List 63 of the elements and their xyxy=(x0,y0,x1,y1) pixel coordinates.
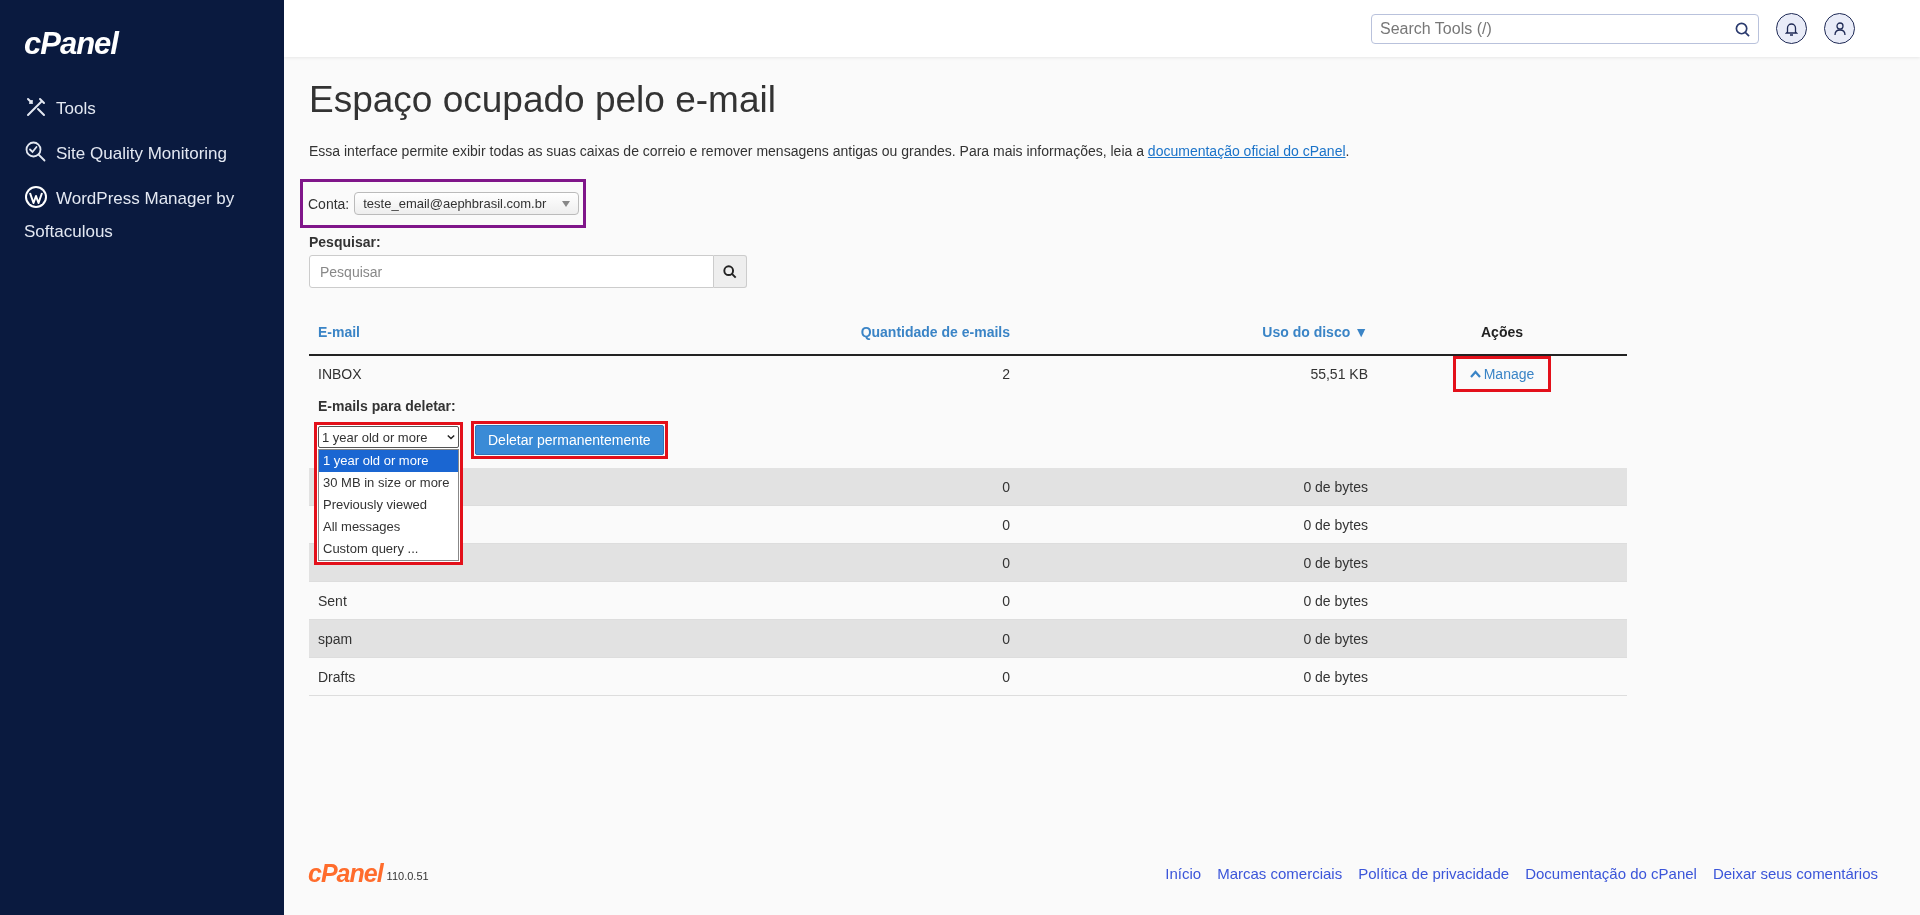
email-count: 0 xyxy=(1002,630,1010,647)
dropdown-arrow-icon xyxy=(562,200,571,207)
dropdown-option[interactable]: All messages xyxy=(319,516,458,538)
dropdown-option[interactable]: 30 MB in size or more xyxy=(319,472,458,494)
mailbox-name: Drafts xyxy=(318,668,356,685)
search-icon xyxy=(1735,21,1750,37)
footer-link[interactable]: Documentação do cPanel xyxy=(1525,864,1697,882)
notifications-button[interactable] xyxy=(1776,13,1807,44)
column-header[interactable]: E-mail xyxy=(309,324,749,340)
cpanel-logo: cPanel xyxy=(308,858,383,888)
sidebar-item[interactable]: Site Quality Monitoring xyxy=(24,131,254,176)
user-icon xyxy=(1833,21,1846,36)
email-count: 0 xyxy=(1002,478,1010,495)
footer-link[interactable]: Marcas comerciais xyxy=(1217,864,1343,882)
footer-link[interactable]: Deixar seus comentários xyxy=(1712,864,1878,882)
column-header[interactable]: Uso do disco ▼ xyxy=(1019,324,1377,340)
search-label: Pesquisar: xyxy=(309,234,381,250)
email-count: 0 xyxy=(1002,668,1010,685)
column-header[interactable]: Quantidade de e-mails xyxy=(749,324,1019,340)
description: Essa interface permite exibir todas as suas caixas de correio e remover mensagens antigas ou grandes. Para mais informações, leia a documentação oficial do cPanel. xyxy=(309,143,1351,159)
column-header: Ações xyxy=(1480,324,1524,340)
version: 110.0.51 xyxy=(386,870,429,882)
email-count: 0 xyxy=(1002,592,1010,609)
email-count: 0 xyxy=(1002,554,1010,571)
user-button[interactable] xyxy=(1824,13,1855,44)
wordpress-icon xyxy=(24,185,48,209)
disk-usage: 0 de bytes xyxy=(1303,630,1368,647)
email-count: 0 xyxy=(1002,516,1010,533)
search-button[interactable] xyxy=(714,255,747,288)
delete-label: E-mails para deletar: xyxy=(318,398,456,414)
disk-usage: 0 de bytes xyxy=(1303,668,1368,685)
dropdown-option[interactable]: Custom query ... xyxy=(319,538,458,560)
manage-link[interactable]: Manage xyxy=(1452,356,1552,392)
dropdown-option[interactable]: Previously viewed xyxy=(319,494,458,516)
documentation-link[interactable]: documentação oficial do cPanel xyxy=(1147,143,1346,159)
sidebar-item[interactable]: Tools xyxy=(24,86,254,131)
mailbox-name: spam xyxy=(318,630,353,647)
footer-link[interactable]: Início xyxy=(1165,864,1202,882)
account-label: Conta: xyxy=(308,195,350,212)
chevron-icon xyxy=(1469,370,1481,378)
disk-usage: 0 de bytes xyxy=(1303,554,1368,571)
page-title: Espaço ocupado pelo e-mail xyxy=(309,79,777,121)
email-count: 2 xyxy=(1002,366,1010,382)
magnifier-check-icon xyxy=(24,140,48,164)
mailbox-name: Sent xyxy=(318,592,347,609)
search-tools-field[interactable]: Search Tools (/) xyxy=(1371,13,1759,44)
chevron-icon xyxy=(447,434,455,440)
search-field[interactable]: Pesquisar xyxy=(309,255,714,288)
disk-usage: 0 de bytes xyxy=(1303,478,1368,495)
disk-usage: 0 de bytes xyxy=(1303,516,1368,533)
tools-icon xyxy=(24,95,48,119)
sidebar-item[interactable]: WordPress Manager by Softaculous xyxy=(24,176,254,254)
disk-usage: 0 de bytes xyxy=(1303,592,1368,609)
cpanel-logo: cPanel xyxy=(24,26,118,62)
delete-button[interactable]: Deletar permanentemente xyxy=(475,425,664,455)
search-icon xyxy=(723,264,737,279)
age-select[interactable]: 1 year old or more xyxy=(318,426,459,448)
dropdown-option[interactable]: 1 year old or more xyxy=(319,450,458,472)
bell-icon xyxy=(1785,21,1798,36)
footer-link[interactable]: Política de privacidade xyxy=(1358,864,1510,882)
mailbox-name: INBOX xyxy=(318,366,362,382)
disk-usage: 55,51 KB xyxy=(1310,366,1368,382)
account-select[interactable]: teste_email@aephbrasil.com.br xyxy=(354,192,580,215)
